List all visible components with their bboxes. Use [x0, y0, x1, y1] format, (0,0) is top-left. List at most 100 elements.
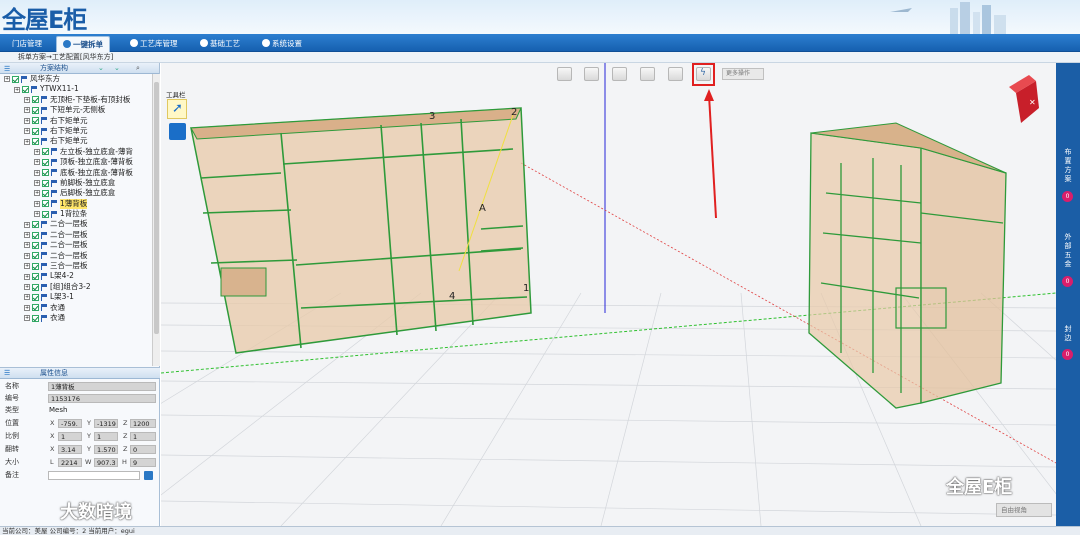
tree-checkbox[interactable] [32, 273, 39, 281]
expand-toggle-icon[interactable]: + [24, 117, 30, 124]
tree-checkbox[interactable] [32, 293, 39, 301]
tree-item[interactable]: + 前脚板-独立底盒 [0, 178, 152, 188]
expand-toggle-icon[interactable]: + [24, 315, 30, 322]
rot-x-field[interactable]: 3.14 [58, 445, 82, 454]
tree-item[interactable]: + 底板-独立底盒-薄背板 [0, 168, 152, 178]
rot-z-field[interactable]: 0 [130, 445, 156, 454]
tree-checkbox[interactable] [32, 304, 39, 312]
layer-tool-button[interactable] [169, 123, 186, 140]
expand-toggle-icon[interactable]: + [24, 284, 30, 290]
pos-y-field[interactable]: -1319 [94, 419, 118, 428]
tree-checkbox[interactable] [32, 106, 39, 114]
expand-toggle-icon[interactable]: + [24, 263, 30, 270]
expand-toggle-icon[interactable]: + [4, 76, 10, 83]
tree-item[interactable]: + 无顶柜-下垫板-有顶封板 [0, 95, 152, 105]
tree-item[interactable]: + 右下矩单元 [0, 116, 152, 126]
cabinet-left-model[interactable] [190, 107, 532, 354]
tree-checkbox[interactable] [32, 221, 39, 229]
toolbar-fit-button[interactable] [668, 67, 683, 81]
tree-checkbox[interactable] [32, 117, 39, 125]
tree-item[interactable]: +1薄背板 [0, 198, 152, 210]
tree-item[interactable]: + 右下矩单元 [0, 126, 152, 136]
tree-item[interactable]: + 二合一层板 [0, 240, 152, 250]
expand-toggle-icon[interactable]: + [24, 107, 30, 114]
expand-toggle-icon[interactable]: + [24, 96, 30, 103]
prop-code-field[interactable]: 1153176 [48, 394, 156, 403]
tab-basic-process[interactable]: 基础工艺 [194, 36, 246, 52]
tree-item[interactable]: + 风华东方 [0, 74, 152, 84]
expand-toggle-icon[interactable]: + [34, 190, 40, 197]
tree-item[interactable]: + L架4-2 [0, 271, 152, 281]
expand-toggle-icon[interactable]: + [24, 242, 30, 249]
pos-z-field[interactable]: 1200 [130, 419, 156, 428]
select-tool-button[interactable]: ➚ [167, 99, 187, 119]
tree-checkbox[interactable] [32, 96, 39, 104]
tree-item[interactable]: + 顶板-独立底盒-薄背板 [0, 157, 152, 167]
tree-item[interactable]: + 衣通 [0, 303, 152, 313]
cabinet-right-model[interactable] [808, 122, 1007, 409]
tree-item[interactable]: + L架3-1 [0, 292, 152, 302]
tree-checkbox[interactable] [32, 252, 39, 260]
tree-checkbox[interactable] [42, 169, 49, 177]
tree-item[interactable]: + 右下矩单元 [0, 136, 152, 146]
tree-checkbox[interactable] [42, 179, 49, 187]
tree-item[interactable]: + 三合一层板 [0, 261, 152, 271]
tree-checkbox[interactable] [42, 158, 49, 166]
tab-store-management[interactable]: 门店管理 [6, 36, 48, 52]
tree-scrollbar[interactable] [152, 74, 160, 366]
sidebar-hardware-label[interactable]: 外部五金 [1063, 233, 1073, 269]
expand-toggle-icon[interactable]: + [24, 252, 30, 259]
expand-toggle-icon[interactable]: + [24, 232, 30, 239]
tree-checkbox[interactable] [32, 262, 39, 270]
expand-toggle-icon[interactable]: + [24, 221, 30, 228]
expand-toggle-icon[interactable]: + [24, 273, 30, 280]
toolbar-view-button[interactable] [640, 67, 655, 81]
expand-toggle-icon[interactable]: + [24, 128, 30, 135]
collapse-all-icon[interactable]: ⌄ [114, 63, 120, 74]
tree-checkbox[interactable] [32, 314, 39, 322]
tree-item[interactable]: + [组]组合3-2 [0, 282, 152, 292]
toolbar-target-button[interactable] [584, 67, 599, 81]
tree-item[interactable]: + 衣通 [0, 313, 152, 323]
tab-system-settings[interactable]: 系统设置 [256, 36, 308, 52]
expand-toggle-icon[interactable]: + [34, 169, 40, 176]
sidebar-layout-label[interactable]: 布置方案 [1063, 148, 1073, 184]
prop-name-field[interactable]: 1薄背板 [48, 382, 156, 391]
expand-toggle-icon[interactable]: + [34, 180, 40, 187]
tree-item[interactable]: + YTWX11-1 [0, 84, 152, 94]
sidebar-edging-label[interactable]: 封边 [1063, 325, 1073, 343]
expand-toggle-icon[interactable]: + [34, 148, 40, 155]
tree-item[interactable]: + 二合一层板 [0, 219, 152, 229]
scene-canvas[interactable] [161, 63, 1056, 526]
size-l-field[interactable]: 2214 [58, 458, 82, 467]
search-icon[interactable]: ⌕ [136, 63, 140, 74]
more-ops-dropdown[interactable]: 更多操作 [722, 68, 764, 80]
expand-toggle-icon[interactable]: + [34, 159, 40, 166]
tree-checkbox[interactable] [42, 210, 49, 218]
size-w-field[interactable]: 907.3 [94, 458, 118, 467]
tree-checkbox[interactable] [32, 231, 39, 239]
3d-viewport[interactable]: ✕ 3 2 A 4 1 ϟ 更多操作 工具栏 ➚ 自由视角 全屋E柜 [161, 63, 1056, 526]
scale-z-field[interactable]: 1 [130, 432, 156, 441]
tree-checkbox[interactable] [42, 148, 49, 156]
tab-process-library[interactable]: 工艺库管理 [124, 36, 184, 52]
tree-item[interactable]: + 二合一层板 [0, 251, 152, 261]
scale-x-field[interactable]: 1 [58, 432, 82, 441]
size-h-field[interactable]: 9 [130, 458, 156, 467]
expand-all-icon[interactable]: ⌄ [98, 63, 104, 74]
expand-toggle-icon[interactable]: + [34, 200, 40, 207]
expand-toggle-icon[interactable]: + [34, 211, 40, 218]
tab-one-click-split[interactable]: 一键拆单 [56, 36, 110, 52]
expand-toggle-icon[interactable]: + [24, 304, 30, 311]
tree-item[interactable]: + 二合一层板 [0, 230, 152, 240]
tree-checkbox[interactable] [32, 127, 39, 135]
tree-checkbox[interactable] [32, 241, 39, 249]
tree-checkbox[interactable] [32, 283, 39, 291]
structure-tree[interactable]: + 风华东方 + YTWX11-1 + 无顶柜-下垫板-有顶封板 + 下短单元-无侧板 + 右下矩… [0, 74, 152, 366]
note-input[interactable] [48, 471, 140, 480]
tree-checkbox[interactable] [32, 138, 39, 146]
tree-checkbox[interactable] [42, 189, 49, 197]
pos-x-field[interactable]: -759. [58, 419, 82, 428]
save-icon[interactable] [144, 471, 153, 480]
expand-toggle-icon[interactable]: + [24, 138, 30, 145]
